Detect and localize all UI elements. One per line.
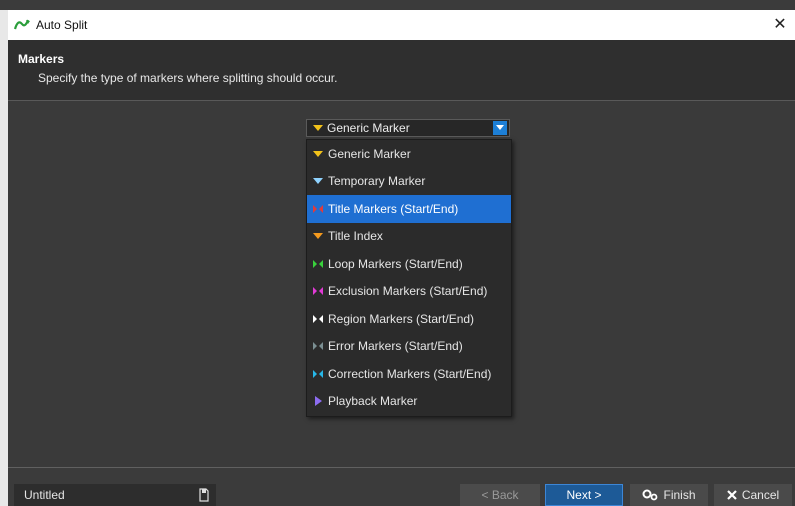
title-bar: Auto Split ✕ <box>8 10 795 40</box>
dropdown-option[interactable]: Loop Markers (Start/End) <box>307 250 511 278</box>
finish-button[interactable]: Finish <box>630 484 708 506</box>
page-subtitle: Specify the type of markers where splitt… <box>38 71 338 85</box>
status-text: Untitled <box>24 488 65 502</box>
dropdown-option[interactable]: Title Index <box>307 223 511 251</box>
dropdown-option[interactable]: Playback Marker <box>307 388 511 416</box>
marker-bowtie-gray-icon <box>313 342 323 351</box>
dropdown-option-label: Playback Marker <box>328 394 418 409</box>
next-button-label: Next > <box>566 488 602 502</box>
dropdown-option[interactable]: Correction Markers (Start/End) <box>307 360 511 388</box>
finish-button-label: Finish <box>663 488 696 502</box>
dropdown-option-label: Loop Markers (Start/End) <box>328 256 463 271</box>
dropdown-option-label: Error Markers (Start/End) <box>328 339 463 354</box>
marker-bowtie-magenta-icon <box>313 287 323 296</box>
app-logo-icon <box>13 19 30 30</box>
dropdown-option-label: Temporary Marker <box>328 174 426 189</box>
status-field: Untitled <box>14 484 216 506</box>
marker-right-triangle-purple-icon <box>315 396 322 407</box>
marker-bowtie-cyan-icon <box>313 369 323 378</box>
wizard-header: Markers Specify the type of markers wher… <box>8 40 795 101</box>
next-button[interactable]: Next > <box>545 484 623 506</box>
marker-type-combo[interactable]: Generic Marker <box>306 119 510 137</box>
dropdown-option-label: Exclusion Markers (Start/End) <box>328 284 488 299</box>
dropdown-option[interactable]: Generic Marker <box>307 140 511 168</box>
back-button[interactable]: < Back <box>460 484 540 506</box>
close-button[interactable]: ✕ <box>769 14 791 36</box>
dropdown-option[interactable]: Temporary Marker <box>307 168 511 196</box>
dropdown-option-label: Correction Markers (Start/End) <box>328 366 492 381</box>
close-icon[interactable]: ✕ <box>773 16 786 33</box>
dropdown-option[interactable]: Title Markers (Start/End) <box>307 195 511 223</box>
marker-down-triangle-orange-icon <box>313 233 323 240</box>
marker-type-dropdown: Generic Marker Temporary Marker Title Mark… <box>306 139 512 417</box>
marker-bowtie-white-icon <box>313 314 323 323</box>
gears-icon <box>642 489 658 501</box>
dropdown-option[interactable]: Exclusion Markers (Start/End) <box>307 278 511 306</box>
chevron-down-icon[interactable] <box>493 121 507 135</box>
dropdown-option[interactable]: Region Markers (Start/End) <box>307 305 511 333</box>
window-left-edge <box>0 10 8 506</box>
window-title: Auto Split <box>36 18 88 32</box>
marker-down-triangle-yellow-icon <box>313 150 323 157</box>
cancel-button-label: Cancel <box>741 488 780 502</box>
dropdown-option-label: Title Markers (Start/End) <box>328 201 459 216</box>
combo-selected-label: Generic Marker <box>327 121 410 135</box>
page-title: Markers <box>18 52 65 66</box>
cancel-button[interactable]: Cancel <box>714 484 792 506</box>
document-icon[interactable] <box>198 488 210 502</box>
marker-down-triangle-lightblue-icon <box>313 178 323 185</box>
dropdown-option-label: Generic Marker <box>328 146 411 161</box>
dropdown-option-label: Title Index <box>328 229 383 244</box>
generic-marker-icon <box>313 125 323 131</box>
marker-bowtie-red-icon <box>313 204 323 213</box>
back-button-label: < Back <box>481 488 519 502</box>
dropdown-option[interactable]: Error Markers (Start/End) <box>307 333 511 361</box>
close-icon <box>727 490 737 500</box>
divider <box>8 467 795 468</box>
marker-bowtie-green-icon <box>313 259 323 268</box>
dropdown-option-label: Region Markers (Start/End) <box>328 311 475 326</box>
